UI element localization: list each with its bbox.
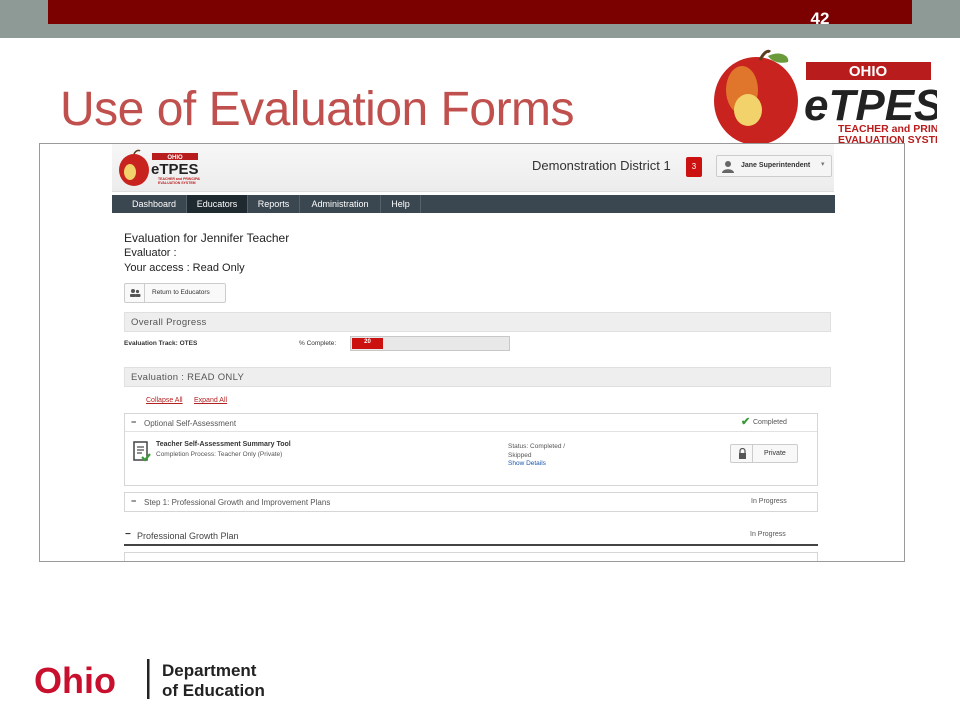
tool-name[interactable]: Teacher Self-Assessment Summary Tool bbox=[156, 441, 291, 448]
expand-all-link[interactable]: Expand All bbox=[194, 397, 227, 404]
slide-number: 42 bbox=[810, 9, 830, 28]
access-label: Your access : Read Only bbox=[124, 262, 245, 274]
self-assessment-panel: − Optional Self-Assessment ✔ Completed T… bbox=[124, 413, 818, 486]
evaluation-section-header: Evaluation : READ ONLY bbox=[124, 367, 831, 387]
step1-status: In Progress bbox=[751, 498, 787, 505]
private-button-label: Private bbox=[764, 450, 786, 457]
nav-help[interactable]: Help bbox=[381, 195, 421, 213]
user-name: Jane Superintendent bbox=[741, 162, 811, 169]
progress-bar: 20 bbox=[350, 336, 510, 351]
show-details-link[interactable]: Show Details bbox=[508, 460, 546, 467]
svg-text:EVALUATION SYSTEM: EVALUATION SYSTEM bbox=[158, 181, 196, 185]
app-header: OHIO eTPES TEACHER and PRINCIPAL EVALUAT… bbox=[112, 144, 834, 192]
app-screenshot: OHIO eTPES TEACHER and PRINCIPAL EVALUAT… bbox=[39, 143, 905, 562]
pgp-status: In Progress bbox=[750, 531, 786, 538]
collapse-all-link[interactable]: Collapse All bbox=[146, 397, 183, 404]
svg-text:Ohio: Ohio bbox=[34, 660, 116, 701]
svg-text:Department: Department bbox=[162, 661, 257, 680]
user-icon bbox=[722, 161, 734, 173]
main-nav: Dashboard Educators Reports Administrati… bbox=[112, 195, 835, 213]
self-assessment-title: Optional Self-Assessment bbox=[144, 419, 237, 428]
nav-administration[interactable]: Administration bbox=[300, 195, 381, 213]
evaluator-label: Evaluator : bbox=[124, 247, 177, 259]
notification-badge[interactable]: 3 bbox=[686, 157, 702, 177]
private-divider bbox=[752, 445, 753, 462]
self-assessment-header[interactable]: − Optional Self-Assessment ✔ Completed bbox=[125, 414, 817, 432]
evaluation-title: Evaluation for Jennifer Teacher bbox=[124, 231, 290, 245]
lock-icon bbox=[739, 448, 746, 459]
progress-fill: 20 bbox=[352, 338, 383, 349]
overall-progress-header: Overall Progress bbox=[124, 312, 831, 332]
svg-text:of Education: of Education bbox=[162, 681, 265, 700]
check-icon: ✔ bbox=[741, 416, 751, 428]
return-button-label: Return to Educators bbox=[152, 289, 210, 296]
nav-educators[interactable]: Educators bbox=[187, 195, 248, 213]
chevron-down-icon: ▾ bbox=[821, 161, 825, 168]
slide-title: Use of Evaluation Forms bbox=[60, 83, 575, 136]
self-assessment-status: Completed bbox=[753, 419, 787, 426]
private-button[interactable]: Private bbox=[730, 444, 798, 463]
status-line-2: Skipped bbox=[508, 452, 532, 459]
slide-top-red-bar bbox=[48, 0, 912, 24]
collapse-icon[interactable]: − bbox=[131, 417, 136, 427]
nav-dashboard[interactable]: Dashboard bbox=[122, 195, 187, 213]
progress-value: 20 bbox=[364, 339, 371, 345]
pgp-title: Professional Growth Plan bbox=[137, 531, 239, 541]
collapse-icon[interactable]: − bbox=[125, 529, 131, 540]
users-icon bbox=[125, 284, 145, 302]
svg-text:eTPES: eTPES bbox=[151, 161, 199, 178]
etpes-small-logo: OHIO eTPES TEACHER and PRINCIPAL EVALUAT… bbox=[119, 149, 200, 186]
etpes-logo: OHIO eTPES TEACHER and PRINCIPAL EVALUAT… bbox=[714, 49, 937, 146]
professional-growth-plan-row[interactable]: − Professional Growth Plan In Progress bbox=[124, 526, 818, 546]
collapse-icon[interactable]: − bbox=[131, 496, 136, 506]
step1-panel[interactable]: − Step 1: Professional Growth and Improv… bbox=[124, 492, 818, 512]
svg-text:OHIO: OHIO bbox=[849, 63, 888, 80]
percent-complete-label: % Complete: bbox=[299, 340, 337, 347]
return-to-educators-button[interactable]: Return to Educators bbox=[124, 283, 226, 303]
evaluation-section-title: Evaluation : READ ONLY bbox=[131, 372, 245, 383]
overall-progress-title: Overall Progress bbox=[131, 317, 207, 328]
evaluation-track: Evaluation Track: OTES bbox=[124, 340, 198, 347]
document-check-icon bbox=[133, 441, 151, 462]
user-menu[interactable]: Jane Superintendent ▾ bbox=[716, 155, 832, 177]
pgp-content-box bbox=[124, 552, 818, 561]
step1-title: Step 1: Professional Growth and Improvem… bbox=[144, 498, 331, 507]
district-name: Demonstration District 1 bbox=[532, 158, 671, 173]
nav-reports[interactable]: Reports bbox=[248, 195, 300, 213]
status-line-1: Status: Completed / bbox=[508, 443, 566, 450]
ohio-department-of-education-logo: Ohio Department of Education bbox=[34, 659, 265, 701]
completion-process: Completion Process: Teacher Only (Privat… bbox=[156, 451, 283, 458]
